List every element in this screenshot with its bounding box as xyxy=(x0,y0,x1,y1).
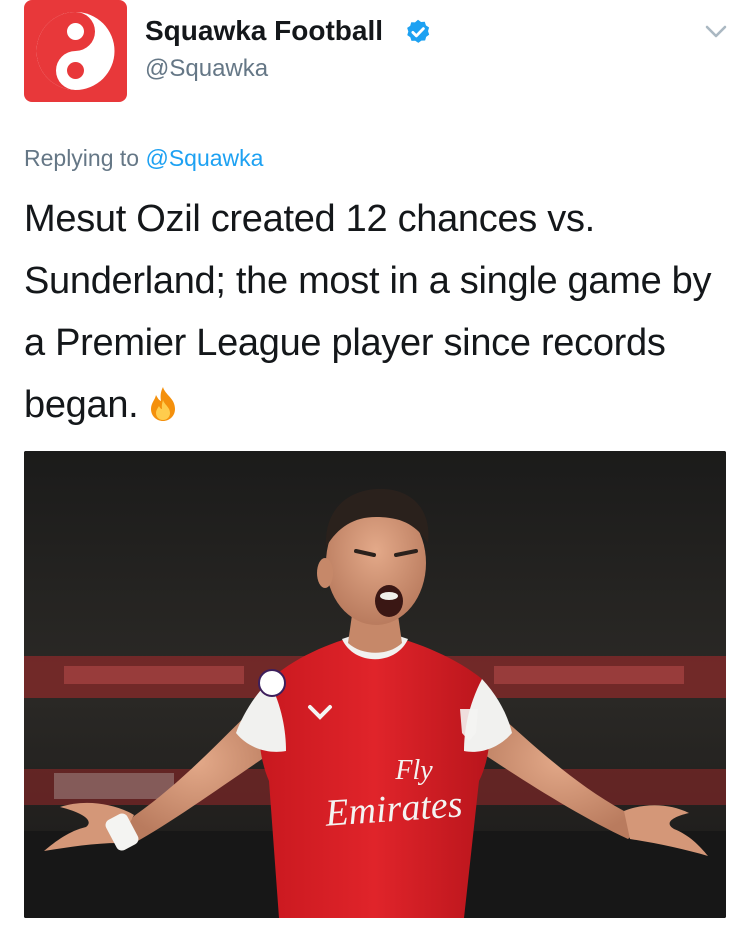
author-handle[interactable]: @Squawka xyxy=(145,55,268,83)
avatar[interactable] xyxy=(24,0,127,102)
tweet-text: Mesut Ozil created 12 chances vs. Sunder… xyxy=(24,188,724,436)
tweet-photo[interactable]: Fly Emirates xyxy=(24,451,726,918)
chevron-down-icon[interactable] xyxy=(703,22,729,42)
verified-badge-icon xyxy=(407,19,430,43)
author-display-name[interactable]: Squawka Football xyxy=(145,15,383,47)
fire-icon xyxy=(151,387,176,421)
sponsor-text-line1: Fly xyxy=(394,755,433,786)
tweet-text-body: Mesut Ozil created 12 chances vs. Sunder… xyxy=(24,198,712,426)
tweet-header: Squawka Football @Squawka xyxy=(0,0,749,110)
squawka-logo-icon xyxy=(36,12,115,90)
player-celebration-photo: Fly Emirates xyxy=(24,451,726,918)
reply-target-link[interactable]: @Squawka xyxy=(145,145,263,171)
replying-to-label: Replying to xyxy=(24,145,140,171)
replying-to-line: Replying to @Squawka xyxy=(24,145,263,172)
